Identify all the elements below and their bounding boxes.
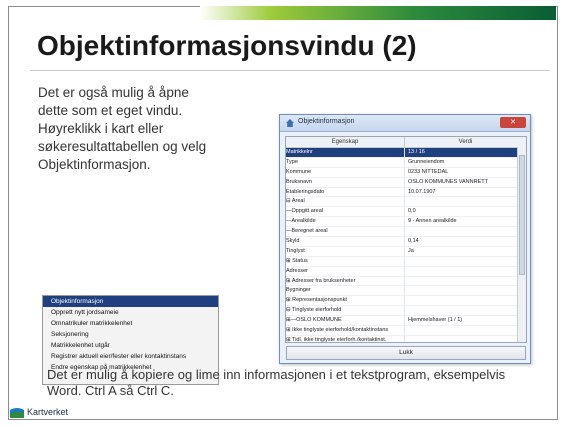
property-value bbox=[405, 296, 526, 305]
property-value: Grunneiendom bbox=[408, 158, 445, 165]
logo-text: Kartverket bbox=[27, 407, 69, 417]
dialog-titlebar[interactable]: Objektinformasjon ✕ bbox=[280, 115, 530, 132]
property-name: ⊞ Tidl. ikke tinglyste eierforh./kontakt… bbox=[286, 335, 405, 342]
property-value bbox=[405, 286, 526, 295]
table-row[interactable]: Adresser bbox=[286, 266, 526, 277]
slide-bottom-text: Det er mulig å kopiere og lime inn infor… bbox=[47, 367, 506, 398]
table-row[interactable]: Bruksnavn OSLO KOMMUNES VANNRETT bbox=[286, 177, 526, 188]
table-row[interactable]: ⊞ Status bbox=[286, 256, 526, 267]
property-grid: Egenskap Verdi Matrikkelnr 13 / 16 Type Gru… bbox=[285, 136, 527, 343]
table-row[interactable]: ⊞ Ikke tinglyste eierforhold/kontaktinst… bbox=[286, 326, 526, 336]
context-menu-item[interactable]: Opprett nytt jordsameie bbox=[43, 307, 218, 318]
property-name: Skyld bbox=[286, 237, 405, 246]
property-value: Hjemmelshaver (1 / 1) bbox=[408, 317, 463, 324]
column-header-egenskap[interactable]: Egenskap bbox=[286, 137, 405, 147]
property-name: ⊞ Adresser fra bruksenheter bbox=[286, 276, 405, 286]
property-name: Bygninger bbox=[286, 286, 405, 296]
table-row[interactable]: ⊞ Representasjonspunkt bbox=[286, 296, 526, 307]
kartverket-logo-icon bbox=[10, 408, 24, 418]
property-name: Adresser bbox=[286, 266, 405, 276]
property-value bbox=[405, 306, 526, 315]
property-value: 0,14 bbox=[408, 238, 419, 245]
property-value bbox=[405, 336, 526, 342]
property-value: OSLO KOMMUNES VANNRETT bbox=[408, 178, 488, 185]
property-value: Ja bbox=[408, 247, 414, 254]
property-name: —Arealkilde bbox=[286, 217, 405, 227]
header-gradient-bar bbox=[200, 6, 556, 20]
property-value bbox=[405, 326, 526, 335]
objektinformasjon-dialog: Objektinformasjon ✕ Egenskap Verdi Matri… bbox=[279, 114, 531, 364]
vertical-scrollbar[interactable] bbox=[517, 147, 526, 342]
table-row[interactable]: —Oppgitt areal 0,0 bbox=[286, 207, 526, 218]
lukk-button[interactable]: Lukk bbox=[286, 346, 526, 360]
scrollbar-thumb[interactable] bbox=[519, 155, 525, 275]
property-name: ⊞—OSLO KOMMUNE bbox=[286, 316, 405, 326]
table-row[interactable]: ⊞ Adresser fra bruksenheter bbox=[286, 276, 526, 287]
slide-body-text: Det er også mulig å åpne dette som et eg… bbox=[38, 85, 207, 172]
property-name: ⊞ Representasjonspunkt bbox=[286, 296, 405, 306]
property-name: —Beregnet areal bbox=[286, 227, 405, 237]
kartverket-logo: Kartverket bbox=[10, 405, 68, 419]
context-menu-item[interactable]: Seksjonering bbox=[43, 329, 218, 340]
table-row[interactable]: Skyld 0,14 bbox=[286, 237, 526, 247]
context-menu-item[interactable]: Objektinformasjon bbox=[43, 296, 218, 307]
property-name: Etableringsdato bbox=[286, 187, 405, 197]
property-name: Tinglyst bbox=[286, 246, 405, 256]
property-value: 10.07.1907 bbox=[408, 188, 436, 195]
column-header-verdi[interactable]: Verdi bbox=[405, 137, 526, 147]
property-name: Matrikkelnr bbox=[286, 148, 405, 157]
dialog-title: Objektinformasjon bbox=[298, 118, 355, 125]
property-value: 9 - Annen arealkilde bbox=[408, 218, 457, 225]
table-row[interactable]: Kommune 0233 NITTEDAL bbox=[286, 167, 526, 178]
context-menu-item[interactable]: Matrikkelenhet utgår bbox=[43, 340, 218, 351]
property-name: ⊟ Areal bbox=[286, 197, 405, 207]
property-value bbox=[405, 197, 526, 206]
property-name: ⊞ Status bbox=[286, 256, 405, 266]
property-value: 0,0 bbox=[408, 208, 416, 215]
context-menu-item[interactable]: Registrer aktuell eier/fester eller kont… bbox=[43, 351, 218, 362]
property-name: ⊞ Ikke tinglyste eierforhold/kontaktinst… bbox=[286, 326, 405, 335]
close-button[interactable]: ✕ bbox=[500, 117, 526, 128]
table-row[interactable]: Type Grunneiendom bbox=[286, 157, 526, 168]
grid-header: Egenskap Verdi bbox=[286, 137, 526, 148]
property-value bbox=[405, 257, 526, 266]
property-name: ⊟ Tinglyste eierforhold bbox=[286, 306, 405, 316]
table-row[interactable]: ⊟ Tinglyste eierforhold bbox=[286, 306, 526, 317]
property-name: Bruksnavn bbox=[286, 177, 405, 187]
property-value bbox=[405, 227, 526, 236]
grid-rows: Matrikkelnr 13 / 16 Type Grunneiendom Kommun… bbox=[286, 148, 526, 342]
table-row[interactable]: —Beregnet areal bbox=[286, 227, 526, 238]
context-menu-item[interactable]: Omnatrikuler matrikkelenhet bbox=[43, 318, 218, 329]
table-row[interactable]: ⊞—OSLO KOMMUNE Hjemmelshaver (1 / 1) bbox=[286, 316, 526, 327]
house-icon bbox=[286, 119, 294, 127]
property-name: —Oppgitt areal bbox=[286, 207, 405, 217]
table-row[interactable]: ⊟ Areal bbox=[286, 197, 526, 208]
table-row[interactable]: Tinglyst Ja bbox=[286, 246, 526, 257]
table-row[interactable]: Etableringsdato 10.07.1907 bbox=[286, 187, 526, 198]
table-row[interactable]: Bygninger bbox=[286, 286, 526, 297]
property-value bbox=[405, 277, 526, 286]
table-row[interactable]: ⊞ Tidl. ikke tinglyste eierforh./kontakt… bbox=[286, 335, 526, 342]
property-value: 13 / 16 bbox=[405, 148, 526, 157]
table-row[interactable]: —Arealkilde 9 - Annen arealkilde bbox=[286, 217, 526, 228]
property-value: 0233 NITTEDAL bbox=[408, 168, 449, 175]
property-name: Kommune bbox=[286, 167, 405, 177]
property-value bbox=[405, 267, 526, 276]
property-name: Type bbox=[286, 157, 405, 167]
table-row[interactable]: Matrikkelnr 13 / 16 bbox=[286, 148, 526, 158]
title-divider bbox=[30, 70, 550, 71]
slide-title: Objektinformasjonsvindu (2) bbox=[37, 30, 417, 61]
